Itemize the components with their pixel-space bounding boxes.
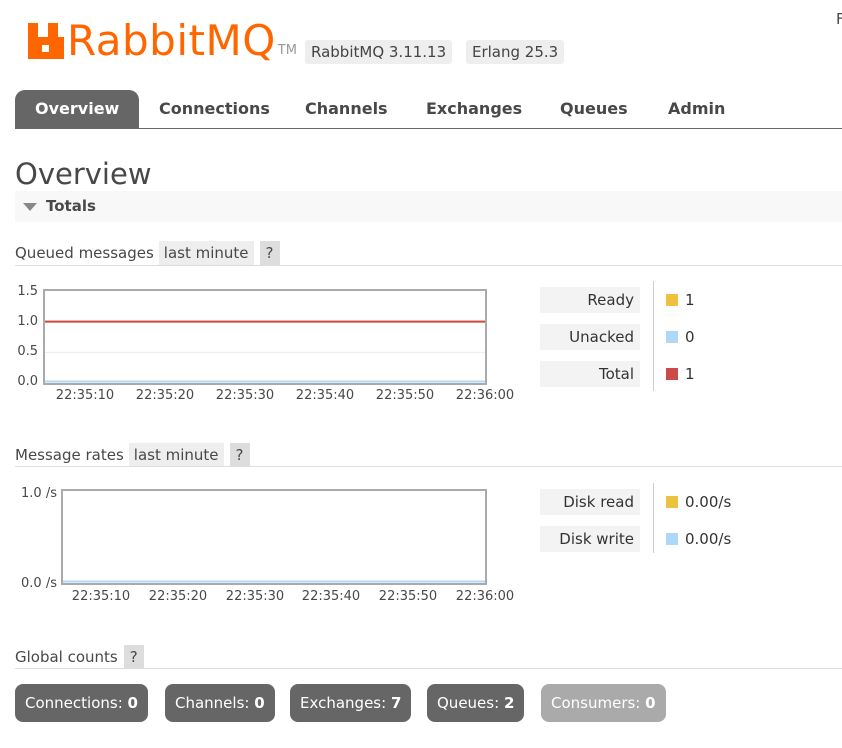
disk-write-swatch-icon bbox=[666, 533, 678, 545]
message-rates-title: Message rates bbox=[15, 446, 124, 464]
legend-value-ready: 1 bbox=[685, 291, 695, 309]
message-rates-header: Message rates last minute ? bbox=[15, 443, 250, 467]
legend-label-unacked: Unacked bbox=[540, 324, 640, 350]
logo-text: RabbitMQ bbox=[67, 16, 276, 65]
queued-messages-help-button[interactable]: ? bbox=[259, 241, 280, 265]
totals-section-label: Totals bbox=[46, 197, 96, 215]
legend-label-total: Total bbox=[540, 361, 640, 387]
exchanges-count-label: Exchanges: bbox=[300, 694, 387, 712]
channels-count-label: Channels: bbox=[175, 694, 250, 712]
divider bbox=[15, 466, 842, 467]
legend-value-disk-write: 0.00/s bbox=[685, 530, 732, 548]
rabbitmq-logo[interactable]: RabbitMQ TM bbox=[28, 18, 297, 62]
message-rates-chart bbox=[61, 489, 487, 585]
x-tick-label: 22:35:40 bbox=[295, 388, 355, 403]
y-tick-label: 0.0 /s bbox=[21, 576, 57, 591]
tab-channels[interactable]: Channels bbox=[285, 90, 408, 128]
y-tick-label: 1.5 bbox=[17, 284, 38, 299]
triangle-down-icon bbox=[23, 203, 37, 211]
x-tick-label: 22:35:20 bbox=[135, 388, 195, 403]
tabs-divider bbox=[15, 128, 842, 129]
queued-messages-range[interactable]: last minute bbox=[158, 241, 254, 265]
rabbitmq-logo-icon bbox=[28, 23, 64, 59]
consumers-count-label: Consumers: bbox=[551, 694, 641, 712]
divider bbox=[15, 668, 842, 669]
x-tick-label: 22:35:10 bbox=[71, 589, 131, 604]
exchanges-count-button[interactable]: Exchanges: 7 bbox=[290, 684, 412, 722]
disk-read-swatch-icon bbox=[666, 496, 678, 508]
legend-separator bbox=[653, 281, 654, 391]
erlang-version-badge: Erlang 25.3 bbox=[466, 40, 565, 64]
channels-count-value: 0 bbox=[254, 694, 265, 712]
connections-count-button[interactable]: Connections: 0 bbox=[15, 684, 148, 722]
legend-value-total: 1 bbox=[685, 365, 695, 383]
x-tick-label: 22:35:30 bbox=[225, 589, 285, 604]
y-tick-label: 0.5 bbox=[17, 344, 38, 359]
y-tick-label: 0.0 bbox=[17, 374, 38, 389]
header-corner-text: F bbox=[836, 10, 842, 28]
tab-admin[interactable]: Admin bbox=[648, 90, 745, 128]
exchanges-count-value: 7 bbox=[390, 694, 402, 712]
x-tick-label: 22:35:50 bbox=[375, 388, 435, 403]
message-rates-range[interactable]: last minute bbox=[128, 443, 224, 467]
queued-messages-chart bbox=[43, 289, 487, 385]
total-swatch-icon bbox=[666, 368, 678, 380]
consumers-count-button: Consumers: 0 bbox=[541, 684, 666, 722]
global-counts-title: Global counts bbox=[15, 648, 118, 666]
queues-count-button[interactable]: Queues: 2 bbox=[427, 684, 525, 722]
x-tick-label: 22:35:30 bbox=[215, 388, 275, 403]
global-counts-help-button[interactable]: ? bbox=[123, 645, 144, 669]
legend-label-disk-read: Disk read bbox=[540, 489, 640, 515]
logo-trademark: TM bbox=[277, 43, 297, 58]
queued-messages-title: Queued messages bbox=[15, 244, 154, 262]
unacked-swatch-icon bbox=[666, 331, 678, 343]
x-tick-label: 22:36:00 bbox=[455, 589, 515, 604]
legend-label-disk-write: Disk write bbox=[540, 526, 640, 552]
page-title: Overview bbox=[15, 157, 152, 191]
x-tick-label: 22:35:10 bbox=[55, 388, 115, 403]
legend-label-ready: Ready bbox=[540, 287, 640, 313]
y-tick-label: 1.0 bbox=[17, 314, 38, 329]
rabbitmq-version-badge: RabbitMQ 3.11.13 bbox=[305, 40, 453, 64]
x-tick-label: 22:35:40 bbox=[301, 589, 361, 604]
connections-count-value: 0 bbox=[127, 694, 138, 712]
tab-connections[interactable]: Connections bbox=[139, 90, 290, 128]
queues-count-label: Queues: bbox=[437, 694, 500, 712]
x-tick-label: 22:35:20 bbox=[148, 589, 208, 604]
legend-value-unacked: 0 bbox=[685, 328, 695, 346]
totals-section-toggle[interactable]: Totals bbox=[15, 191, 842, 222]
message-rates-help-button[interactable]: ? bbox=[229, 443, 250, 467]
x-tick-label: 22:36:00 bbox=[455, 388, 515, 403]
channels-count-button[interactable]: Channels: 0 bbox=[165, 684, 275, 722]
global-counts-header: Global counts ? bbox=[15, 645, 144, 669]
divider bbox=[15, 265, 842, 266]
ready-swatch-icon bbox=[666, 294, 678, 306]
tab-exchanges[interactable]: Exchanges bbox=[406, 90, 542, 128]
queues-count-value: 2 bbox=[503, 694, 515, 712]
legend-value-disk-read: 0.00/s bbox=[685, 493, 732, 511]
consumers-count-value: 0 bbox=[645, 694, 656, 712]
y-tick-label: 1.0 /s bbox=[21, 486, 57, 501]
x-tick-label: 22:35:50 bbox=[378, 589, 438, 604]
queued-messages-header: Queued messages last minute ? bbox=[15, 241, 280, 265]
connections-count-label: Connections: bbox=[25, 694, 123, 712]
tab-overview[interactable]: Overview bbox=[15, 90, 140, 128]
tab-queues[interactable]: Queues bbox=[540, 90, 648, 128]
legend-separator bbox=[653, 483, 654, 553]
